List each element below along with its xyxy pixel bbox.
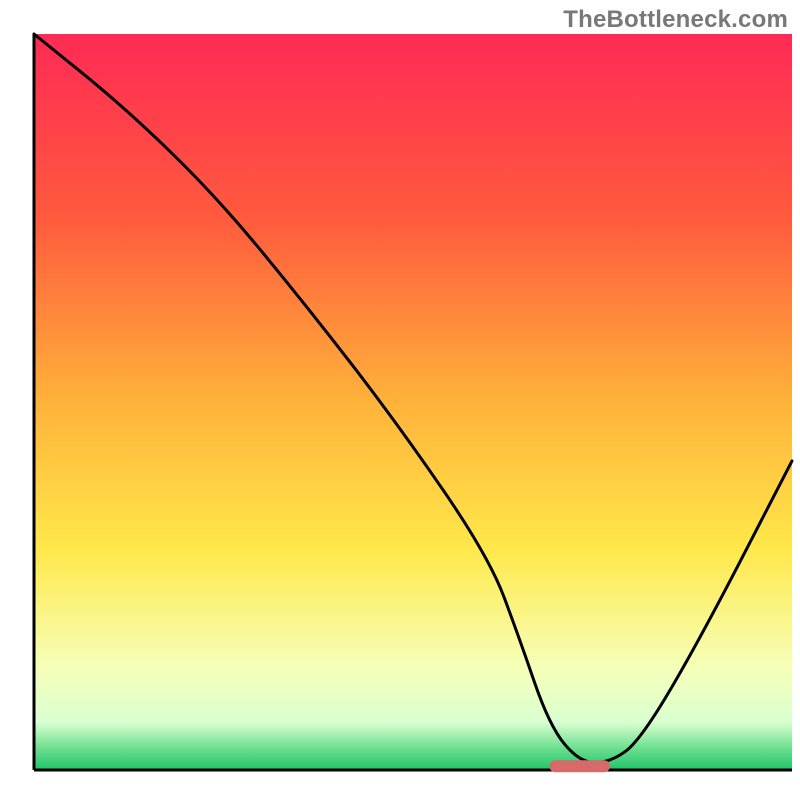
plot-background <box>34 34 792 770</box>
bottleneck-chart <box>0 0 800 800</box>
optimal-range-marker <box>549 760 610 772</box>
watermark-text: TheBottleneck.com <box>563 6 788 34</box>
chart-container: TheBottleneck.com <box>0 0 800 800</box>
